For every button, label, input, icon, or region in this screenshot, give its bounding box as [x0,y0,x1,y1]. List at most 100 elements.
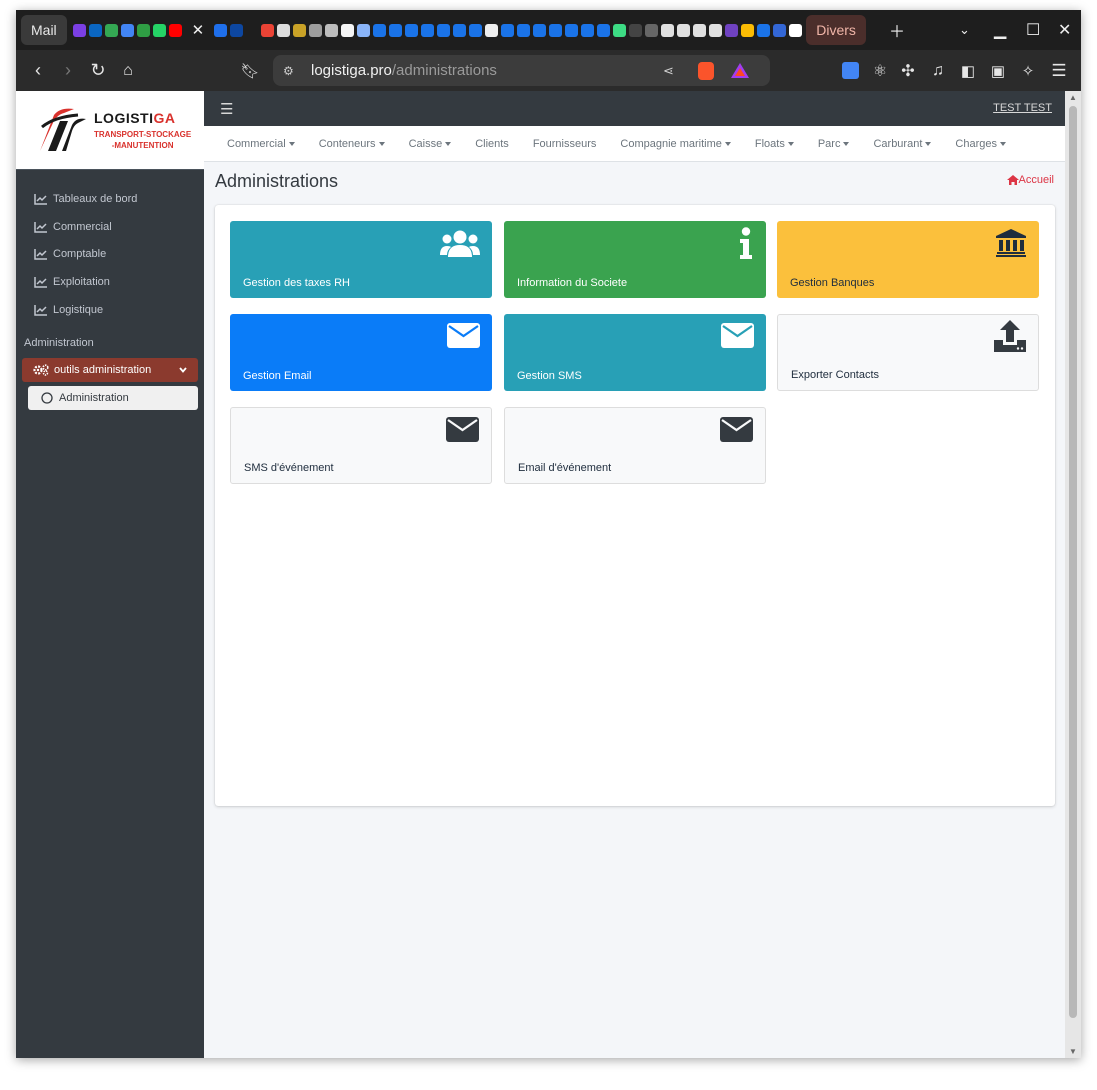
tab-favicon[interactable] [325,23,339,37]
home-icon[interactable]: ⌂ [113,62,143,80]
menu-item-commercial[interactable]: Commercial [227,138,295,150]
close-icon[interactable]: ✕ [192,21,205,39]
tile-information-societe[interactable]: Information du Societe [504,221,766,298]
menu-item-compagnie-maritime[interactable]: Compagnie maritime [620,138,731,150]
tile-email-evenement[interactable]: Email d'événement [504,407,766,484]
menu-item-parc[interactable]: Parc [818,138,850,150]
minimize-icon[interactable]: ▁ [994,10,1006,50]
new-tab-icon[interactable]: ＋ [889,10,905,50]
share-icon[interactable]: ⋖ [663,63,674,79]
tab-favicon[interactable] [373,23,387,37]
tab-favicon[interactable] [677,23,691,37]
tab-favicon[interactable] [405,23,419,37]
tab-favicon[interactable] [309,23,323,37]
tab-favicon[interactable] [152,23,166,37]
tab-favicon[interactable] [168,23,182,37]
tab-favicon[interactable] [485,23,499,37]
tile-sms-evenement[interactable]: SMS d'événement [230,407,492,484]
menu-item-conteneurs[interactable]: Conteneurs [319,138,385,150]
sidebar-item-tableaux-de-bord[interactable]: Tableaux de bord [34,189,137,209]
tab-favicon[interactable] [453,23,467,37]
address-bar[interactable]: ⚙ logistiga.pro/administrations ⋖ [273,55,770,86]
site-settings-icon[interactable]: ⚙ [283,64,294,78]
maximize-icon[interactable]: ☐ [1026,10,1040,50]
breadcrumb-home-link[interactable]: Accueil [1006,174,1054,186]
tab-favicon[interactable] [549,23,563,37]
sidebar-item-outils-administration[interactable]: outils administration [22,358,198,382]
back-icon[interactable]: ‹ [23,60,53,81]
wallet-icon[interactable]: ▣ [983,62,1013,80]
tile-exporter-contacts[interactable]: Exporter Contacts [777,314,1039,391]
tile-gestion-banques[interactable]: Gestion Banques [777,221,1039,298]
brave-shields-icon[interactable] [698,61,714,80]
translate-icon[interactable] [842,62,859,79]
menu-item-charges[interactable]: Charges [955,138,1006,150]
brand-logo[interactable]: LOGISTIGA TRANSPORT-STOCKAGE -MANUTENTIO… [16,91,204,170]
sidebar-toggle-icon[interactable]: ◧ [953,62,983,80]
tab-favicon[interactable] [725,23,739,37]
tab-favicon[interactable] [789,23,803,37]
sidebar-item-logistique[interactable]: Logistique [34,300,103,320]
extensions-icon[interactable]: ✣ [893,61,923,81]
tab-favicon[interactable] [357,23,371,37]
tab-favicon[interactable] [629,23,643,37]
tab-favicon[interactable] [214,23,228,37]
tab-favicon[interactable] [565,23,579,37]
scroll-up-icon[interactable]: ▲ [1069,93,1077,102]
tile-gestion-sms[interactable]: Gestion SMS [504,314,766,391]
sidebar-item-commercial[interactable]: Commercial [34,217,112,237]
sidebar-toggle-hamburger-icon[interactable]: ☰ [220,100,233,118]
tab-favicon[interactable] [773,23,787,37]
tile-gestion-taxes-rh[interactable]: Gestion des taxes RH [230,221,492,298]
tab-favicon[interactable] [613,23,627,37]
tab-favicon[interactable] [136,23,150,37]
react-devtools-icon[interactable]: ⚛ [865,61,895,81]
tab-favicon[interactable] [421,23,435,37]
tab-favicon[interactable] [501,23,515,37]
menu-item-fournisseurs[interactable]: Fournisseurs [533,138,597,150]
menu-item-floats[interactable]: Floats [755,138,794,150]
tab-favicon[interactable] [230,23,244,37]
tab-favicon[interactable] [741,23,755,37]
menu-item-clients[interactable]: Clients [475,138,509,150]
tile-gestion-email[interactable]: Gestion Email [230,314,492,391]
window-close-icon[interactable]: ✕ [1058,10,1071,50]
sidebar-subitem-administration[interactable]: Administration [28,386,198,410]
tab-favicon[interactable] [437,23,451,37]
tab-favicon[interactable] [389,23,403,37]
leo-ai-icon[interactable]: ✧ [1013,62,1043,80]
media-icon[interactable]: ♫ [923,62,953,80]
tab-favicon[interactable] [261,23,275,37]
tab-favicon[interactable] [693,23,707,37]
menu-icon[interactable]: ☰ [1044,61,1074,81]
sidebar-item-comptable[interactable]: Comptable [34,244,106,264]
tab-favicon[interactable] [757,23,771,37]
tab-favicon[interactable] [661,23,675,37]
tab-favicon[interactable] [533,23,547,37]
sidebar-item-exploitation[interactable]: Exploitation [34,272,110,292]
tab-favicon[interactable] [88,23,102,37]
tab-favicon[interactable] [469,23,483,37]
scroll-down-icon[interactable]: ▼ [1069,1047,1077,1056]
tab-favicon[interactable] [645,23,659,37]
scrollbar-thumb[interactable] [1069,106,1077,1018]
tab-favicon[interactable] [517,23,531,37]
tab-favicon[interactable] [341,23,355,37]
tab-favicon[interactable] [709,23,723,37]
tab-favicon[interactable] [277,23,291,37]
brave-rewards-icon[interactable] [731,63,749,78]
tab-group-mail[interactable]: Mail [21,15,67,45]
chevron-down-icon[interactable]: ⌄ [959,10,970,50]
tab-favicon[interactable] [72,23,86,37]
bookmark-icon[interactable]: 🔖︎ [235,62,265,80]
tab-favicon[interactable] [104,23,118,37]
page-scrollbar[interactable]: ▲ ▼ [1065,91,1081,1058]
user-menu-link[interactable]: TEST TEST [993,102,1052,114]
forward-icon[interactable]: › [53,60,83,81]
tab-favicon[interactable] [581,23,595,37]
tab-favicon[interactable] [293,23,307,37]
tab-group-divers[interactable]: Divers [806,15,866,45]
tab-favicon[interactable] [120,23,134,37]
reload-icon[interactable]: ↻ [83,60,113,81]
tab-favicon[interactable] [597,23,611,37]
